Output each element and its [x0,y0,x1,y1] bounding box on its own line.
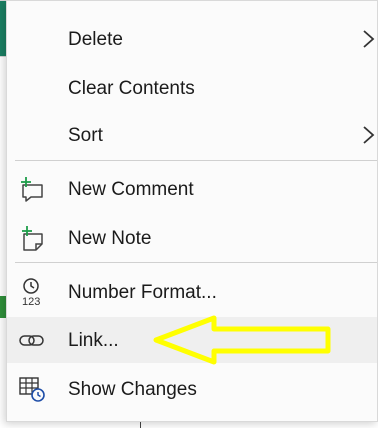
menu-item-label: New Note [68,227,152,249]
menu-item-label: Delete [68,28,123,50]
menu-item-label: Number Format... [68,281,217,303]
menu-item-number-format[interactable]: 123 Number Format... [7,269,377,315]
menu-item-new-note[interactable]: New Note [7,215,377,261]
new-note-icon [22,226,43,251]
chevron-right-icon [363,30,375,48]
menu-separator [15,262,377,263]
svg-text:123: 123 [22,296,40,307]
menu-item-label: Clear Contents [68,77,195,99]
menu-separator [15,160,377,161]
menu-item-show-changes[interactable]: Show Changes [7,366,377,412]
number-format-icon: 123 [22,278,40,307]
menu-item-new-comment[interactable]: New Comment [7,166,377,212]
new-comment-icon [21,177,43,202]
menu-item-delete[interactable]: Delete [7,16,377,62]
menu-item-sort[interactable]: Sort [7,112,377,158]
menu-item-label: Link... [68,329,119,351]
menu-item-label: New Comment [68,178,194,200]
annotation-arrow-icon [153,315,331,365]
menu-item-label: Sort [68,124,103,146]
menu-item-clear-contents[interactable]: Clear Contents [7,65,377,111]
link-icon [19,335,44,346]
show-changes-icon [19,377,45,402]
menu-item-label: Show Changes [68,378,197,400]
chevron-right-icon [363,126,375,144]
